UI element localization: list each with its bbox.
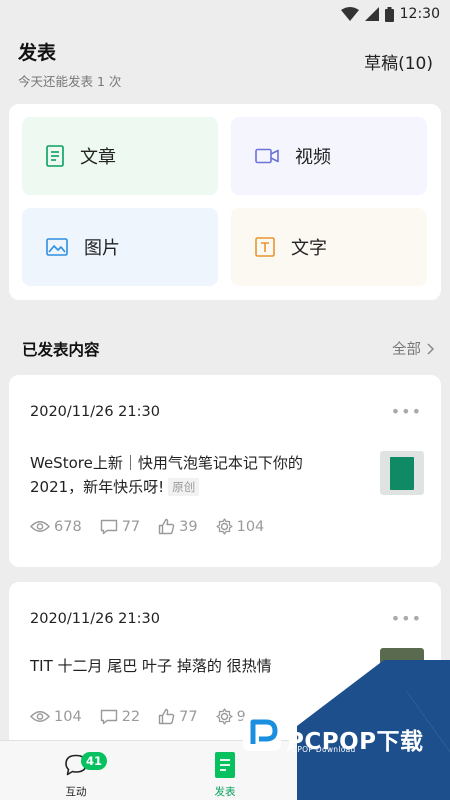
share-icon	[215, 518, 233, 535]
published-section-header: 已发表内容 全部	[0, 330, 450, 364]
publish-article-label: 文章	[80, 147, 116, 168]
published-section-title: 已发表内容	[22, 341, 100, 359]
tab-publish-label: 发表	[214, 786, 236, 798]
signal-icon	[364, 7, 379, 21]
status-time: 12:30	[399, 6, 440, 22]
comment-icon	[100, 709, 117, 724]
original-tag: 原创	[168, 478, 200, 496]
post-date: 2020/11/26 21:30	[30, 404, 160, 420]
thumbs-up-icon	[158, 708, 175, 725]
post-date: 2020/11/26 21:30	[30, 611, 160, 627]
likes-count: 39	[179, 518, 198, 535]
eye-icon	[30, 521, 50, 532]
text-icon	[255, 237, 275, 257]
publish-options-card: 文章 视频 图片 文字	[9, 104, 441, 300]
tab-interact-label: 互动	[65, 786, 87, 798]
battery-icon	[384, 6, 394, 22]
likes-count: 77	[179, 708, 198, 725]
drafts-button[interactable]: 草稿(10)	[364, 49, 433, 74]
eye-icon	[30, 711, 50, 722]
page-header: 发表 今天还能发表 1 次 草稿(10)	[0, 28, 450, 104]
views-stat: 104	[30, 709, 82, 725]
publish-article-button[interactable]: 文章	[22, 117, 218, 195]
thumbs-up-icon	[158, 518, 175, 535]
comments-count: 77	[121, 518, 141, 535]
tab-publish[interactable]: 发表	[180, 741, 270, 800]
views-count: 104	[54, 708, 82, 725]
likes-stat: 77	[158, 708, 198, 725]
image-icon	[46, 238, 68, 256]
comment-icon	[100, 519, 117, 534]
comments-count: 22	[121, 708, 141, 725]
post-card[interactable]: 2020/11/26 21:30 ••• WeStore上新｜快用气泡笔记本记下…	[9, 375, 441, 567]
post-thumbnail	[380, 451, 424, 495]
status-bar: 12:30	[0, 0, 450, 28]
post-title-text: WeStore上新｜快用气泡笔记本记下你的2021，新年快乐呀!	[30, 454, 303, 496]
shares-stat: 104	[215, 518, 265, 535]
video-icon	[255, 148, 279, 164]
publish-icon	[215, 752, 235, 778]
chevron-right-icon	[427, 342, 434, 355]
person-icon	[365, 754, 385, 777]
comments-stat: 77	[100, 519, 140, 535]
publish-image-label: 图片	[84, 238, 120, 259]
publish-video-label: 视频	[295, 147, 331, 168]
publish-video-button[interactable]: 视频	[231, 117, 427, 195]
share-icon	[215, 708, 233, 725]
comments-stat: 22	[100, 709, 140, 725]
notification-badge: 41	[81, 752, 108, 770]
post-thumbnail	[380, 648, 424, 692]
views-count: 678	[54, 518, 82, 535]
shares-stat: 9	[215, 708, 246, 725]
publish-text-label: 文字	[291, 238, 327, 259]
more-options-icon[interactable]: •••	[391, 402, 422, 421]
views-stat: 678	[30, 519, 82, 535]
tab-me-label: 我	[369, 786, 381, 798]
post-title: TIT 十二月 尾巴 叶子 掉落的 很热情	[30, 657, 272, 675]
publish-image-button[interactable]: 图片	[22, 208, 218, 286]
view-all-label: 全部	[392, 342, 421, 358]
watermark-subtext: PCPOP Download	[287, 745, 356, 754]
post-stats: 104 22 77 9	[30, 708, 246, 725]
view-all-link[interactable]: 全部	[392, 338, 434, 359]
wifi-icon	[340, 7, 359, 21]
post-stats: 678 77 39 104	[30, 518, 264, 535]
publish-text-button[interactable]: 文字	[231, 208, 427, 286]
article-icon	[46, 145, 64, 167]
notebook-image	[390, 456, 414, 490]
more-options-icon[interactable]: •••	[391, 609, 422, 628]
shares-count: 9	[236, 708, 246, 725]
tab-interact[interactable]: 41 互动	[31, 741, 121, 800]
likes-stat: 39	[158, 518, 198, 535]
post-title: WeStore上新｜快用气泡笔记本记下你的2021，新年快乐呀! 原创	[30, 451, 350, 499]
shares-count: 104	[236, 518, 265, 535]
